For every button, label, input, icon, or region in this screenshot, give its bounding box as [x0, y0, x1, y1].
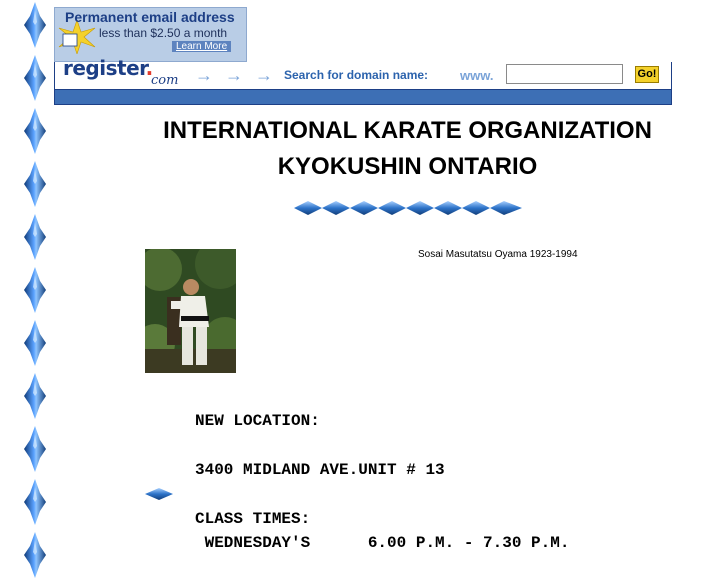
ad-title: Permanent email address [65, 9, 235, 25]
oyama-photo [135, 239, 247, 373]
go-button[interactable]: Go! [635, 66, 659, 83]
search-label: Search for domain name: [284, 68, 429, 82]
blue-diamond-ornament-icon [22, 373, 48, 419]
email-ad[interactable]: Permanent email address less than $2.50 … [54, 7, 247, 62]
blue-diamond-ornament-icon [22, 426, 48, 472]
schedule-line: WEDNESDAY'S 6.00 P.M. - 7.30 P.M. [195, 534, 570, 552]
blue-diamond-ornament-icon [22, 267, 48, 313]
address-text: 3400 MIDLAND AVE.UNIT # 13 [195, 461, 445, 479]
page-subtitle: KYOKUSHIN ONTARIO [277, 153, 538, 180]
blue-diamond-ornament-icon [22, 479, 48, 525]
blue-diamond-ornament-icon [22, 55, 48, 101]
left-ornament-column [22, 0, 48, 578]
blue-diamond-ornament-icon [22, 161, 48, 207]
arrow-icons: →→→ [195, 65, 285, 85]
blue-diamond-bullet-icon [145, 487, 173, 506]
class-times-heading: CLASS TIMES: [195, 510, 311, 528]
register-com-banner: Permanent email address less than $2.50 … [54, 7, 672, 105]
www-label: www. [460, 68, 494, 83]
location-heading: NEW LOCATION: [195, 412, 320, 430]
page-title: INTERNATIONAL KARATE ORGANIZATION [163, 117, 652, 144]
blue-diamond-ornament-icon [22, 214, 48, 260]
register-logo[interactable]: register. [63, 56, 153, 80]
starburst-icon [57, 19, 97, 59]
domain-search-bar: register. com →→→ Search for domain name… [54, 56, 672, 90]
learn-more-link[interactable]: Learn More [172, 41, 232, 52]
blue-diamond-ornament-icon [22, 320, 48, 366]
logo-com: com [151, 73, 179, 88]
blue-diamond-ornament-icon [22, 2, 48, 48]
photo-caption: Sosai Masutatsu Oyama 1923-1994 [418, 249, 578, 260]
blue-diamond-ornament-icon [22, 108, 48, 154]
blue-diamond-row-icon [294, 198, 524, 223]
banner-bottom-bar [54, 89, 672, 105]
domain-search-input[interactable] [506, 64, 623, 84]
logo-text: register [63, 56, 146, 80]
blue-diamond-ornament-icon [22, 532, 48, 578]
ad-subtitle: less than $2.50 a month [99, 26, 228, 40]
